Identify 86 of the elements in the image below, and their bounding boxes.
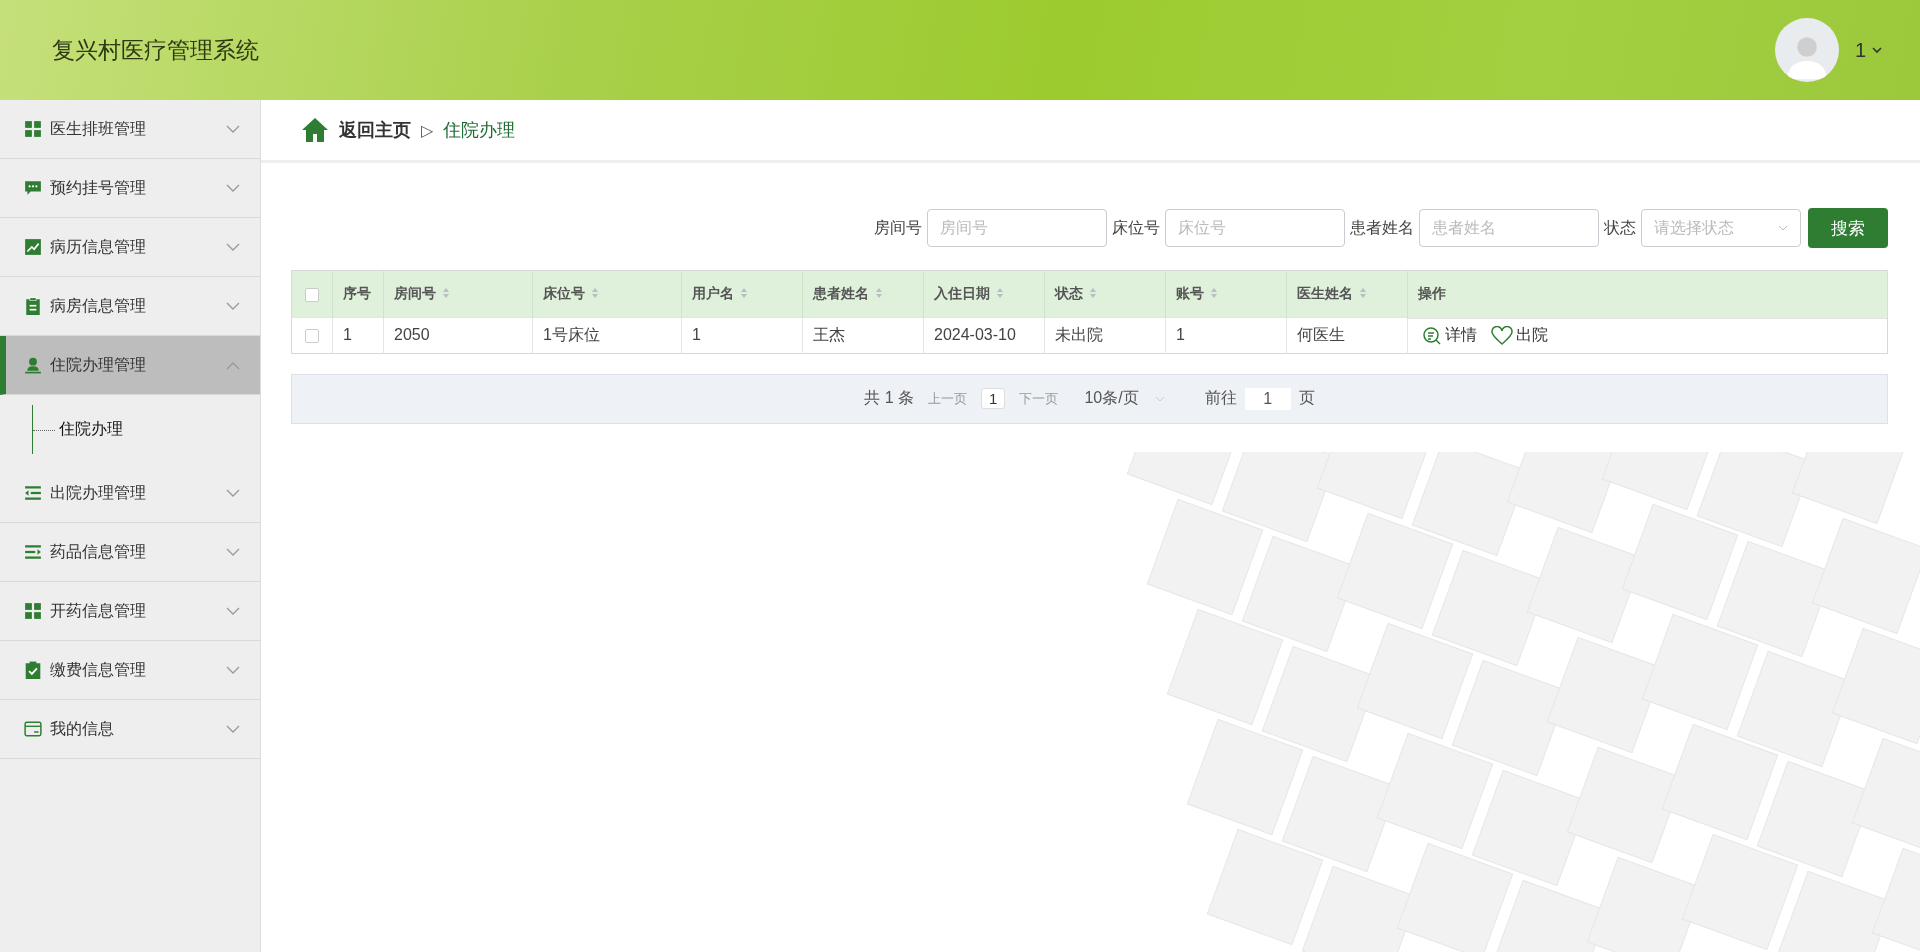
breadcrumb-current: 住院办理 — [443, 119, 516, 142]
indent-icon — [24, 543, 42, 561]
sidebar-menu-item[interactable]: 病历信息管理 — [0, 218, 260, 277]
chevron-down-icon — [226, 488, 240, 498]
chevron-down-icon — [226, 183, 240, 193]
discharge-link[interactable]: 出院 — [1491, 325, 1548, 346]
sort-icon[interactable] — [740, 287, 748, 299]
table-cell: 1号床位 — [532, 317, 682, 353]
sidebar-menu-item[interactable]: 出院办理管理 — [0, 464, 260, 523]
sort-icon[interactable] — [1089, 287, 1097, 299]
field-label: 床位号 — [1112, 217, 1160, 238]
table-cell: 2024-03-10 — [923, 317, 1045, 353]
column-header[interactable]: 账号 — [1165, 270, 1287, 318]
goto-label: 前往 — [1204, 388, 1237, 408]
field-label: 房间号 — [874, 217, 922, 238]
sidebar-menu-item[interactable]: 药品信息管理 — [0, 523, 260, 582]
sort-icon[interactable] — [1359, 287, 1367, 299]
chevron-up-icon — [226, 360, 240, 370]
page-unit-label: 页 — [1298, 388, 1315, 408]
field-label: 患者姓名 — [1350, 217, 1414, 238]
search-input[interactable]: 房间号 — [927, 209, 1107, 247]
table-cell: 1 — [681, 317, 803, 353]
table-cell: 王杰 — [802, 317, 924, 353]
breadcrumb-separator: ▷ — [421, 120, 434, 140]
column-header[interactable]: 床位号 — [532, 270, 682, 318]
person-icon — [24, 356, 42, 374]
home-link[interactable]: 返回主页 — [339, 118, 411, 142]
user-menu[interactable]: 1 — [1854, 38, 1882, 62]
chevron-down-icon — [1778, 225, 1788, 231]
sort-icon[interactable] — [875, 287, 883, 299]
chevron-down-icon — [226, 301, 240, 311]
sidebar-menu-item[interactable]: 缴费信息管理 — [0, 641, 260, 700]
submenu-item[interactable]: 住院办理 — [32, 405, 260, 454]
search-button[interactable]: 搜索 — [1808, 208, 1888, 248]
goto-page-input[interactable]: 1 — [1244, 387, 1291, 410]
sidebar-menu-item[interactable]: 开药信息管理 — [0, 582, 260, 641]
sidebar-menu-item[interactable]: 我的信息 — [0, 700, 260, 759]
details-link[interactable]: 详情 — [1422, 325, 1477, 346]
chevron-down-icon — [226, 242, 240, 252]
column-header: 序号 — [332, 270, 384, 318]
clipboard-icon — [24, 297, 42, 315]
row-checkbox[interactable] — [305, 329, 319, 343]
sidebar-menu-item[interactable]: 住院办理管理 — [0, 336, 260, 395]
chevron-down-icon — [226, 724, 240, 734]
column-header[interactable]: 状态 — [1044, 270, 1166, 318]
chevron-down-icon — [226, 547, 240, 557]
sort-icon[interactable] — [996, 287, 1004, 299]
table-cell: 2050 — [383, 317, 533, 353]
chat-icon — [24, 179, 42, 197]
table-cell: 1 — [332, 317, 384, 353]
column-header: 操作 — [1407, 270, 1888, 318]
column-header[interactable]: 患者姓名 — [802, 270, 924, 318]
select-all-checkbox[interactable] — [305, 288, 319, 303]
table-cell: 何医生 — [1286, 317, 1408, 353]
current-page[interactable]: 1 — [981, 388, 1006, 409]
field-label: 状态 — [1604, 217, 1636, 238]
chart-icon — [24, 238, 42, 256]
chevron-down-icon — [226, 665, 240, 675]
column-header[interactable]: 房间号 — [383, 270, 533, 318]
home-icon[interactable] — [301, 117, 329, 143]
outdent-icon — [24, 484, 42, 502]
column-header[interactable]: 医生姓名 — [1286, 270, 1408, 318]
sidebar-menu-item[interactable]: 预约挂号管理 — [0, 159, 260, 218]
page-size-select[interactable]: 10条/页 — [1084, 388, 1165, 409]
sort-icon[interactable] — [591, 287, 599, 299]
sort-icon[interactable] — [442, 287, 450, 299]
table-cell: 未出院 — [1044, 317, 1166, 353]
total-count: 共 1 条 — [864, 388, 915, 408]
card-icon — [24, 720, 42, 738]
grid-icon — [24, 602, 42, 620]
column-header[interactable]: 用户名 — [681, 270, 803, 318]
chevron-down-icon — [1154, 395, 1165, 402]
table-cell: 1 — [1165, 317, 1287, 353]
chevron-down-icon — [1872, 46, 1882, 54]
search-list-icon — [1422, 325, 1442, 346]
sidebar-menu-item[interactable]: 医生排班管理 — [0, 100, 260, 159]
app-title: 复兴村医疗管理系统 — [52, 35, 259, 65]
column-header[interactable]: 入住日期 — [923, 270, 1045, 318]
grid-icon — [24, 120, 42, 138]
chevron-down-icon — [226, 124, 240, 134]
chevron-down-icon — [226, 606, 240, 616]
check-icon — [24, 661, 42, 679]
sort-icon[interactable] — [1210, 287, 1218, 299]
search-input[interactable]: 床位号 — [1165, 209, 1345, 247]
search-input[interactable]: 患者姓名 — [1419, 209, 1599, 247]
heart-icon — [1491, 325, 1513, 346]
